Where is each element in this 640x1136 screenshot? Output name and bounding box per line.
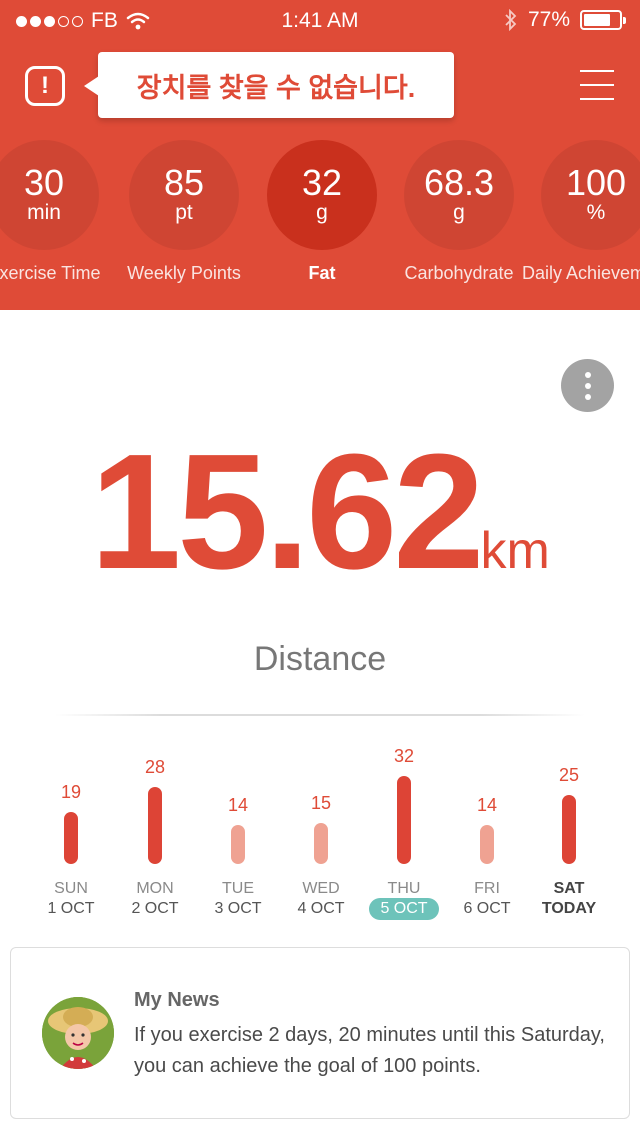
metric-unit: g: [453, 201, 465, 224]
more-dot-icon: [584, 393, 591, 400]
avatar-image: [42, 997, 114, 1069]
bluetooth-icon: [505, 9, 517, 31]
day-date: 3 OCT: [214, 900, 262, 917]
battery-percent: 77%: [527, 8, 570, 31]
metric-value: 100: [565, 162, 627, 203]
metric-value: 30: [23, 162, 65, 203]
metric-unit: g: [316, 201, 328, 224]
distance-unit: km: [480, 522, 550, 580]
battery-icon: [580, 10, 626, 30]
news-text: If you exercise 2 days, 20 minutes until…: [134, 1024, 605, 1077]
news-card[interactable]: My News If you exercise 2 days, 20 minut…: [10, 947, 630, 1119]
day-date: 5 OCT: [369, 898, 439, 920]
status-bar: FB 1:41 AM 77%: [0, 0, 640, 40]
metric-label: Daily Achievement: [521, 263, 640, 283]
metric-circle: 68.3 g: [404, 140, 514, 250]
metric-circle: 30 min: [0, 140, 99, 250]
day-value: 25: [558, 765, 580, 785]
header: FB 1:41 AM 77% ! 장치를 찾을 수 없습니다. 30 min x…: [0, 0, 640, 310]
day-bar: [314, 823, 328, 864]
metric-label: Carbohydrate: [404, 263, 514, 283]
avatar: [42, 997, 114, 1069]
more-dot-icon: [584, 371, 591, 378]
metric-weekly-points[interactable]: 85 pt Weekly Points: [104, 140, 264, 284]
day-bar: [148, 787, 162, 864]
divider: [55, 714, 585, 716]
metric-value: 68.3: [423, 162, 495, 203]
day-column-sat[interactable]: 25 SAT TODAY: [519, 740, 619, 930]
alert-icon[interactable]: !: [25, 66, 65, 106]
metric-value: 32: [301, 162, 343, 203]
metric-label: Weekly Points: [127, 263, 241, 283]
day-bar: [562, 795, 576, 864]
metric-label: Fat: [308, 263, 336, 283]
day-bar: [64, 812, 78, 864]
metric-fat[interactable]: 32 g Fat: [242, 140, 402, 284]
metric-unit: %: [586, 201, 606, 224]
metric-daily-achievement[interactable]: 100 % Daily Achievement: [516, 140, 640, 284]
metric-unit: min: [27, 201, 61, 224]
day-bar: [397, 776, 411, 864]
device-not-found-toast: 장치를 찾을 수 없습니다.: [84, 52, 454, 118]
day-name: SAT: [553, 880, 585, 897]
metric-unit: pt: [175, 201, 193, 224]
status-right: 77%: [504, 8, 626, 32]
distance-number: 15.62: [90, 420, 484, 603]
day-date: 6 OCT: [463, 900, 511, 917]
metric-carbohydrate[interactable]: 68.3 g Carbohydrate: [379, 140, 539, 284]
day-date: 4 OCT: [297, 900, 345, 917]
day-bar: [480, 825, 494, 864]
more-dot-icon: [584, 382, 591, 389]
day-date: TODAY: [541, 900, 597, 917]
news-title: My News: [134, 989, 220, 1011]
metric-name: Distance: [253, 640, 387, 678]
day-date: 2 OCT: [131, 900, 179, 917]
metric-circle: 100 %: [541, 140, 640, 250]
metric-circle: 85 pt: [129, 140, 239, 250]
metric-value: 85: [163, 162, 205, 203]
more-options-button[interactable]: [561, 359, 614, 412]
weekly-bar-chart: 19 SUN 1 OCT 28 MON 2 OCT 14 TUE 3 OCT 1…: [0, 740, 640, 930]
hamburger-menu-icon[interactable]: [580, 70, 614, 100]
distance-value: 15.62km: [0, 430, 640, 594]
day-bar: [231, 825, 245, 864]
metric-carousel[interactable]: 30 min Exercise Time 85 pt Weekly Points…: [0, 140, 640, 300]
day-date: 1 OCT: [47, 900, 95, 917]
metric-circle: 32 g: [267, 140, 377, 250]
battery-fill: [584, 14, 611, 26]
